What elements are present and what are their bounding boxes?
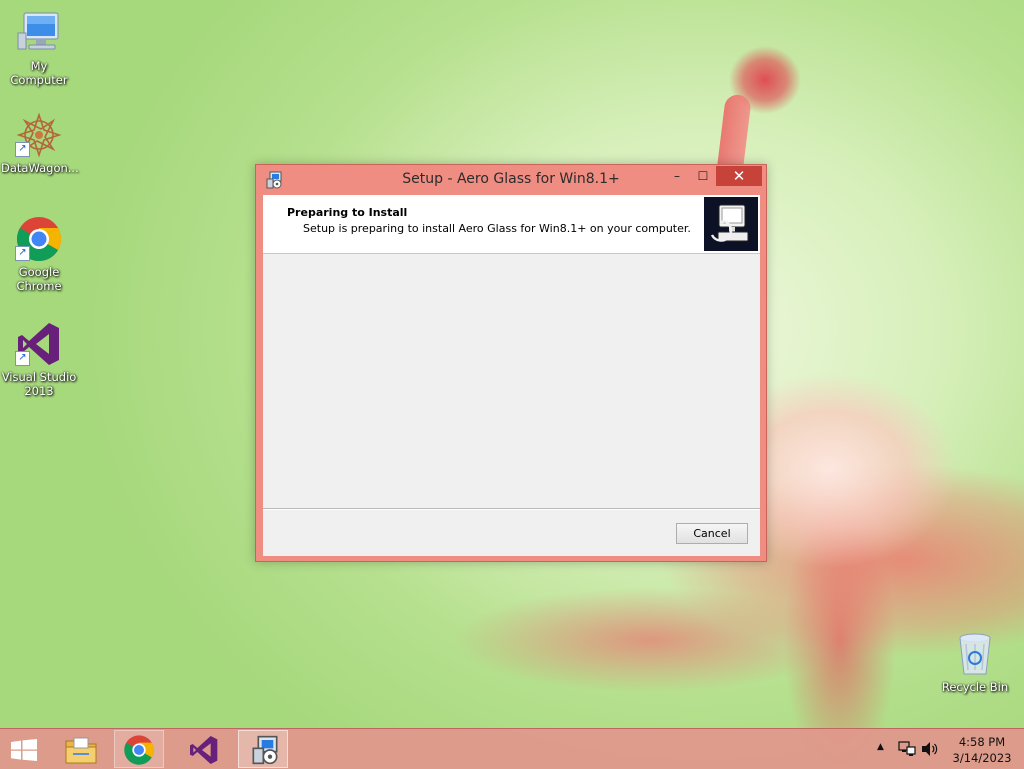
computer-icon bbox=[15, 9, 63, 57]
footer-divider bbox=[263, 508, 760, 510]
datawagon-icon: ↗ bbox=[15, 111, 63, 159]
visual-studio-icon: ↗ bbox=[15, 320, 63, 368]
chevron-up-icon: ▲ bbox=[877, 742, 884, 752]
desktop-icon-label: Visual Studio 2013 bbox=[1, 370, 77, 398]
cancel-button[interactable]: Cancel bbox=[676, 523, 748, 544]
desktop-icon-label: Recycle Bin bbox=[941, 680, 1009, 694]
shortcut-arrow-icon: ↗ bbox=[15, 142, 30, 157]
setup-window: Setup - Aero Glass for Win8.1+ – ☐ ✕ Pre… bbox=[255, 164, 767, 562]
setup-installer-icon bbox=[250, 734, 280, 769]
desktop-icon-label: Google Chrome bbox=[16, 265, 62, 293]
wizard-computer-icon bbox=[704, 197, 758, 251]
windows-logo-icon bbox=[11, 739, 37, 764]
desktop-icon-my-computer[interactable]: My Computer bbox=[1, 9, 77, 87]
maximize-button[interactable]: ☐ bbox=[690, 166, 716, 186]
clock-date: 3/14/2023 bbox=[952, 751, 1012, 765]
window-client-area: Preparing to Install Setup is preparing … bbox=[263, 195, 760, 556]
taskbar-google-chrome[interactable] bbox=[114, 730, 164, 768]
shortcut-arrow-icon: ↗ bbox=[15, 351, 30, 366]
folder-icon bbox=[64, 735, 98, 768]
window-titlebar[interactable]: Setup - Aero Glass for Win8.1+ – ☐ ✕ bbox=[256, 165, 766, 195]
taskbar-visual-studio[interactable] bbox=[180, 730, 230, 768]
volume-tray-icon[interactable] bbox=[918, 729, 940, 769]
desktop-icon-google-chrome[interactable]: ↗ Google Chrome bbox=[1, 215, 77, 293]
clock-time: 4:58 PM bbox=[958, 735, 1006, 749]
taskbar-file-explorer[interactable] bbox=[56, 730, 106, 768]
page-title: Preparing to Install bbox=[287, 206, 408, 219]
chrome-icon: ↗ bbox=[15, 215, 63, 263]
system-clock[interactable]: 4:58 PM 3/14/2023 bbox=[944, 734, 1020, 766]
desktop-icon-label: My Computer bbox=[10, 59, 68, 87]
desktop-icon-visual-studio[interactable]: ↗ Visual Studio 2013 bbox=[1, 320, 77, 398]
taskbar-setup-app[interactable] bbox=[238, 730, 288, 768]
tray-overflow-button[interactable]: ▲ bbox=[872, 729, 894, 769]
chrome-icon bbox=[123, 734, 155, 769]
desktop-icon-label: DataWagon... bbox=[1, 161, 79, 175]
desktop-icon-datawagon[interactable]: ↗ DataWagon... bbox=[1, 111, 79, 175]
wizard-header: Preparing to Install Setup is preparing … bbox=[263, 195, 760, 254]
page-subtitle: Setup is preparing to install Aero Glass… bbox=[303, 222, 691, 235]
network-tray-icon[interactable] bbox=[896, 729, 918, 769]
visual-studio-icon bbox=[188, 734, 220, 769]
start-button[interactable] bbox=[0, 730, 48, 768]
recycle-bin-icon bbox=[951, 630, 999, 678]
shortcut-arrow-icon: ↗ bbox=[15, 246, 30, 261]
minimize-button[interactable]: – bbox=[664, 166, 690, 186]
desktop-icon-recycle-bin[interactable]: Recycle Bin bbox=[937, 630, 1013, 694]
taskbar: ▲ 4:58 PM 3/14/2023 bbox=[0, 728, 1024, 769]
close-button[interactable]: ✕ bbox=[716, 166, 762, 186]
